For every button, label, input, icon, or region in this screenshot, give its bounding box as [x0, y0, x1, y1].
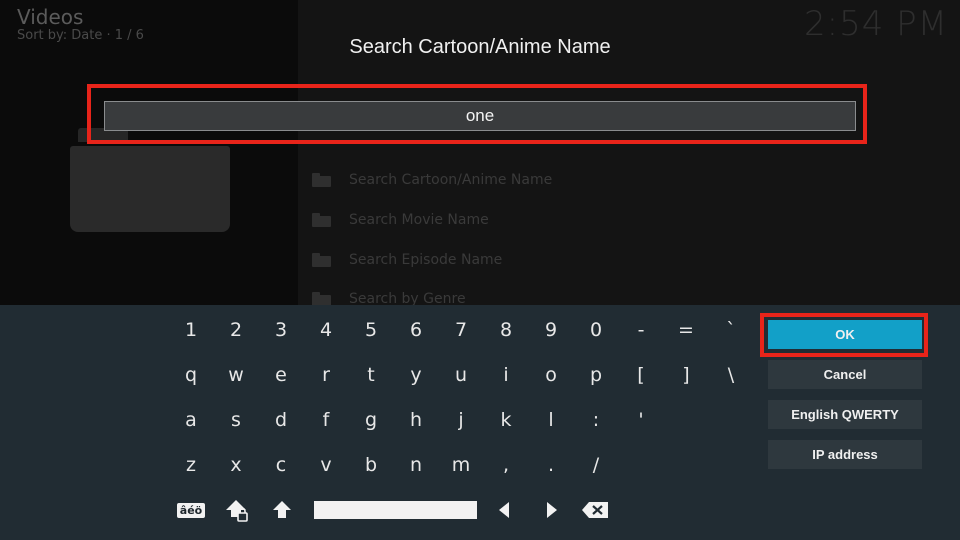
list-item-label: Search Cartoon/Anime Name	[349, 172, 553, 188]
key[interactable]: 7	[439, 308, 483, 352]
key[interactable]: w	[214, 353, 258, 397]
cancel-button[interactable]: Cancel	[768, 360, 922, 389]
arrow-left-key[interactable]	[493, 499, 515, 521]
list-item[interactable]: Search Episode Name	[312, 247, 502, 273]
key[interactable]: 9	[529, 308, 573, 352]
shift-icon	[273, 501, 291, 518]
backspace-key[interactable]	[580, 499, 610, 521]
key[interactable]: :	[574, 398, 618, 442]
key[interactable]: 1	[169, 308, 213, 352]
backspace-icon	[582, 502, 608, 518]
arrow-right-icon	[547, 502, 557, 518]
key[interactable]: z	[169, 443, 213, 487]
caps-lock-icon	[226, 500, 248, 522]
layout-button[interactable]: English QWERTY	[768, 400, 922, 429]
key[interactable]: j	[439, 398, 483, 442]
symbols-key[interactable]: âéö	[175, 499, 207, 521]
key[interactable]: o	[529, 353, 573, 397]
key[interactable]: \	[709, 353, 753, 397]
list-item[interactable]: Search Movie Name	[312, 207, 489, 233]
key[interactable]: 2	[214, 308, 258, 352]
key[interactable]: f	[304, 398, 348, 442]
key[interactable]: g	[349, 398, 393, 442]
key[interactable]: t	[349, 353, 393, 397]
window-title: Videos	[17, 5, 84, 29]
arrow-right-key[interactable]	[541, 499, 563, 521]
key[interactable]: b	[349, 443, 393, 487]
key[interactable]: '	[619, 398, 663, 442]
key[interactable]: =	[664, 308, 708, 352]
key[interactable]: `	[709, 308, 753, 352]
key[interactable]: /	[574, 443, 618, 487]
key[interactable]: 6	[394, 308, 438, 352]
key[interactable]: k	[484, 398, 528, 442]
key[interactable]: v	[304, 443, 348, 487]
ok-button[interactable]: OK	[768, 320, 922, 349]
key[interactable]: m	[439, 443, 483, 487]
list-item-label: Search Episode Name	[349, 252, 503, 268]
caps-lock-key[interactable]	[223, 497, 251, 525]
key[interactable]: 0	[574, 308, 618, 352]
folder-icon	[312, 213, 331, 227]
space-bar[interactable]	[314, 501, 477, 519]
dialog-title: Search Cartoon/Anime Name	[349, 36, 611, 58]
key[interactable]: .	[529, 443, 573, 487]
folder-icon	[312, 173, 331, 187]
key[interactable]: ]	[664, 353, 708, 397]
key[interactable]: c	[259, 443, 303, 487]
folder-icon	[312, 292, 331, 306]
key[interactable]: 8	[484, 308, 528, 352]
folder-icon	[312, 253, 331, 267]
key[interactable]: a	[169, 398, 213, 442]
list-item[interactable]: Search Cartoon/Anime Name	[312, 167, 552, 193]
key[interactable]: ,	[484, 443, 528, 487]
key[interactable]: q	[169, 353, 213, 397]
key[interactable]: l	[529, 398, 573, 442]
key[interactable]: 5	[349, 308, 393, 352]
key[interactable]: n	[394, 443, 438, 487]
key[interactable]: h	[394, 398, 438, 442]
key[interactable]: 3	[259, 308, 303, 352]
key[interactable]: [	[619, 353, 663, 397]
key[interactable]: y	[394, 353, 438, 397]
key[interactable]: e	[259, 353, 303, 397]
search-input[interactable]: one	[104, 101, 856, 131]
arrow-left-icon	[499, 502, 509, 518]
key[interactable]: x	[214, 443, 258, 487]
key[interactable]: p	[574, 353, 618, 397]
ip-address-button[interactable]: IP address	[768, 440, 922, 469]
key[interactable]: i	[484, 353, 528, 397]
list-item-label: Search Movie Name	[349, 212, 489, 228]
key[interactable]: 4	[304, 308, 348, 352]
shift-key[interactable]	[269, 497, 295, 523]
key[interactable]: u	[439, 353, 483, 397]
key[interactable]: r	[304, 353, 348, 397]
symbols-label: âéö	[176, 502, 206, 518]
key[interactable]: -	[619, 308, 663, 352]
key[interactable]: d	[259, 398, 303, 442]
key[interactable]: s	[214, 398, 258, 442]
